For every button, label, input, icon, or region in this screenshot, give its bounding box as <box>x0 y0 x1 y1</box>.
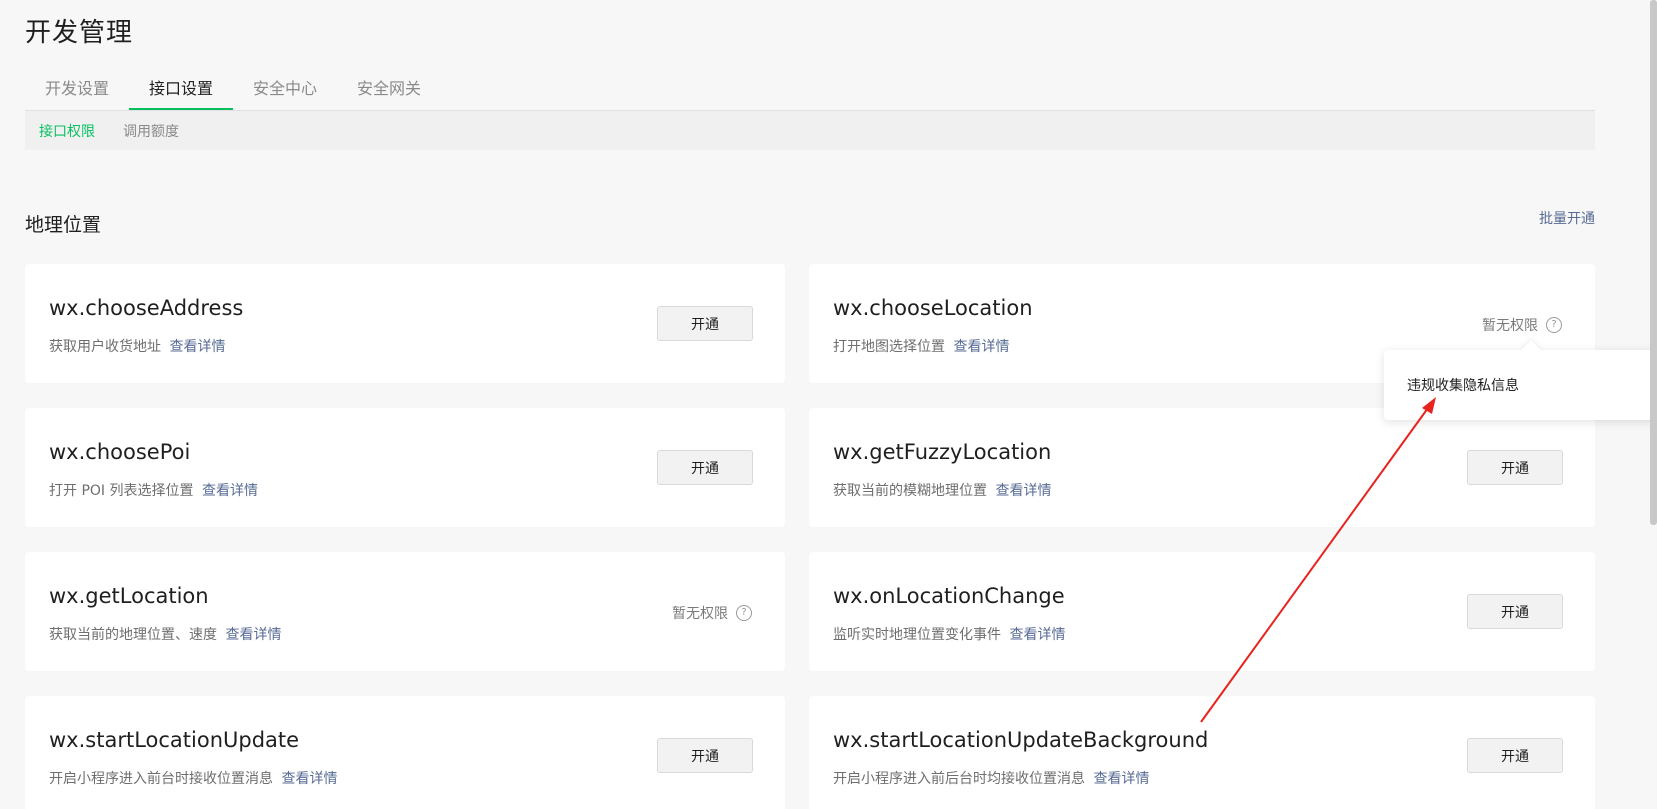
api-name: wx.chooseAddress <box>49 296 244 320</box>
open-button[interactable]: 开通 <box>1467 450 1563 485</box>
api-desc-text: 监听实时地理位置变化事件 <box>833 627 1001 643</box>
api-name: wx.startLocationUpdate <box>49 728 300 752</box>
view-details-link[interactable]: 查看详情 <box>202 483 258 499</box>
view-details-link[interactable]: 查看详情 <box>1009 627 1065 643</box>
tab-api-settings[interactable]: 接口设置 <box>129 70 234 110</box>
api-desc-text: 打开地图选择位置 <box>833 339 945 355</box>
no-permission-label: 暂无权限 <box>672 606 728 622</box>
main-tabs: 开发设置 接口设置 安全中心 安全网关 <box>25 70 1595 111</box>
api-name: wx.getFuzzyLocation <box>833 440 1052 464</box>
tooltip-text: 违规收集隐私信息 <box>1407 378 1519 394</box>
view-details-link[interactable]: 查看详情 <box>169 339 225 355</box>
api-card-start-location-update-background: wx.startLocationUpdateBackground 开启小程序进入… <box>809 696 1595 809</box>
api-name: wx.onLocationChange <box>833 584 1065 608</box>
api-desc: 获取用户收货地址 查看详情 <box>49 336 225 356</box>
api-name: wx.startLocationUpdateBackground <box>833 728 1209 752</box>
batch-open-link[interactable]: 批量开通 <box>1539 208 1595 228</box>
api-desc-text: 获取当前的模糊地理位置 <box>833 483 987 499</box>
api-desc: 获取当前的模糊地理位置 查看详情 <box>833 480 1051 500</box>
sub-tabs: 接口权限 调用额度 <box>25 111 1595 150</box>
open-button[interactable]: 开通 <box>657 450 753 485</box>
api-name: wx.choosePoi <box>49 440 191 464</box>
tab-dev-settings[interactable]: 开发设置 <box>25 70 129 110</box>
no-permission-label: 暂无权限 <box>1482 318 1538 334</box>
api-desc: 开启小程序进入前后台时均接收位置消息 查看详情 <box>833 768 1149 788</box>
api-desc-text: 开启小程序进入前台时接收位置消息 <box>49 771 273 787</box>
open-button[interactable]: 开通 <box>657 738 753 773</box>
page-scrollbar[interactable] <box>1650 0 1657 525</box>
section-title: 地理位置 <box>25 214 102 236</box>
api-desc: 监听实时地理位置变化事件 查看详情 <box>833 624 1065 644</box>
subtab-api-permission[interactable]: 接口权限 <box>39 121 95 141</box>
view-details-link[interactable]: 查看详情 <box>281 771 337 787</box>
api-name: wx.chooseLocation <box>833 296 1033 320</box>
api-desc: 打开 POI 列表选择位置 查看详情 <box>49 480 258 500</box>
subtab-call-quota[interactable]: 调用额度 <box>123 121 179 141</box>
view-details-link[interactable]: 查看详情 <box>953 339 1009 355</box>
api-desc: 开启小程序进入前台时接收位置消息 查看详情 <box>49 768 337 788</box>
api-desc-text: 打开 POI 列表选择位置 <box>49 483 194 499</box>
open-button[interactable]: 开通 <box>1467 738 1563 773</box>
view-details-link[interactable]: 查看详情 <box>995 483 1051 499</box>
api-desc: 获取当前的地理位置、速度 查看详情 <box>49 624 281 644</box>
page: 开发管理 开发设置 接口设置 安全中心 安全网关 接口权限 调用额度 地理位置 … <box>0 0 1657 809</box>
api-card-choose-poi: wx.choosePoi 打开 POI 列表选择位置 查看详情 开通 <box>25 408 785 527</box>
tab-security-gateway[interactable]: 安全网关 <box>337 70 441 110</box>
tab-security-center[interactable]: 安全中心 <box>233 70 337 110</box>
help-icon[interactable]: ? <box>736 605 752 621</box>
api-desc-text: 获取用户收货地址 <box>49 339 161 355</box>
no-permission-status: 暂无权限 ? <box>672 603 752 623</box>
api-card-on-location-change: wx.onLocationChange 监听实时地理位置变化事件 查看详情 开通 <box>809 552 1595 671</box>
open-button[interactable]: 开通 <box>657 306 753 341</box>
api-card-start-location-update: wx.startLocationUpdate 开启小程序进入前台时接收位置消息 … <box>25 696 785 809</box>
page-title: 开发管理 <box>25 18 134 48</box>
view-details-link[interactable]: 查看详情 <box>225 627 281 643</box>
api-card-choose-address: wx.chooseAddress 获取用户收货地址 查看详情 开通 <box>25 264 785 383</box>
api-card-get-fuzzy-location: wx.getFuzzyLocation 获取当前的模糊地理位置 查看详情 开通 <box>809 408 1595 527</box>
no-permission-status: 暂无权限 ? <box>1482 315 1562 335</box>
no-permission-tooltip: 违规收集隐私信息 <box>1384 340 1657 420</box>
help-icon[interactable]: ? <box>1546 317 1562 333</box>
open-button[interactable]: 开通 <box>1467 594 1563 629</box>
api-name: wx.getLocation <box>49 584 209 608</box>
api-desc-text: 开启小程序进入前后台时均接收位置消息 <box>833 771 1085 787</box>
api-card-get-location: wx.getLocation 获取当前的地理位置、速度 查看详情 暂无权限 ? <box>25 552 785 671</box>
api-desc: 打开地图选择位置 查看详情 <box>833 336 1009 356</box>
view-details-link[interactable]: 查看详情 <box>1093 771 1149 787</box>
api-desc-text: 获取当前的地理位置、速度 <box>49 627 217 643</box>
